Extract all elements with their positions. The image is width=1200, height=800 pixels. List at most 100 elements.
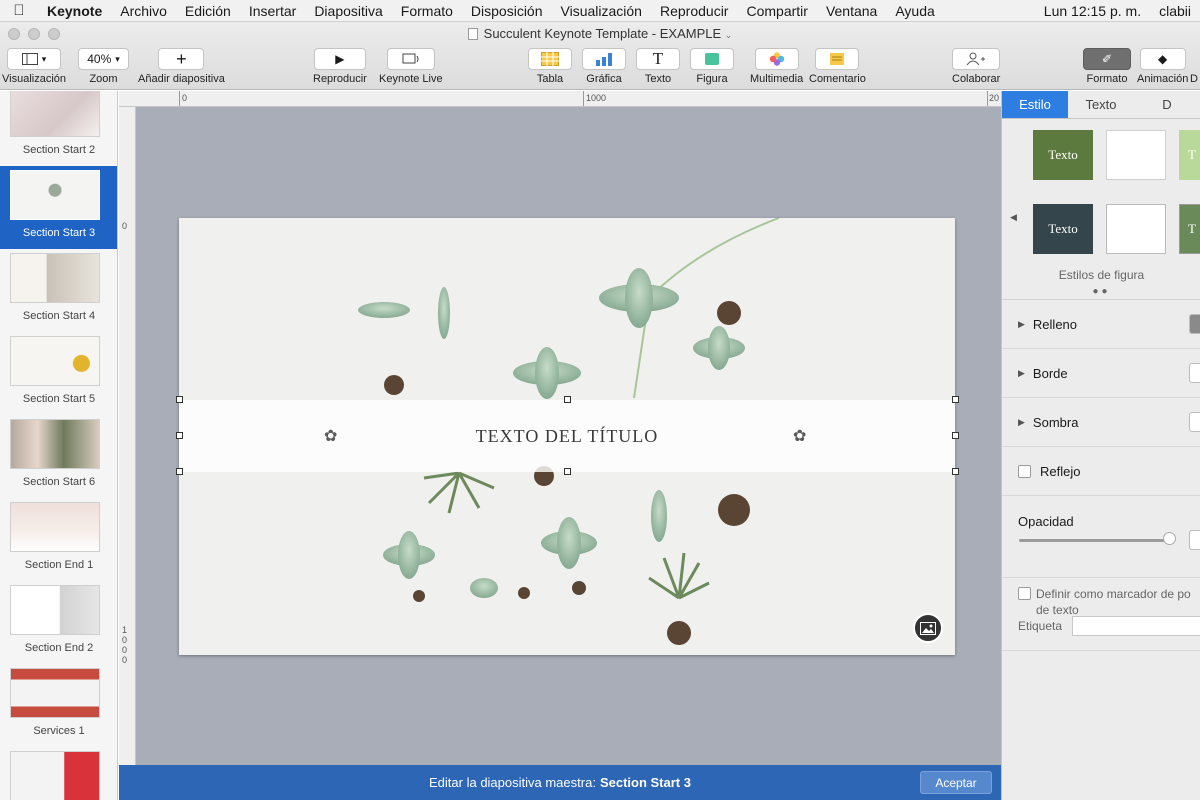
border-style-control[interactable] (1189, 363, 1200, 383)
resize-handle[interactable] (564, 396, 571, 403)
style-swatch[interactable]: T (1179, 130, 1200, 180)
fill-color-well[interactable] (1189, 314, 1200, 334)
opacity-slider[interactable] (1019, 539, 1171, 542)
style-swatch[interactable] (1106, 204, 1166, 254)
opacity-label: Opacidad (1018, 514, 1074, 529)
tag-input[interactable] (1072, 616, 1200, 636)
menu-formato[interactable]: Formato (392, 3, 462, 19)
menu-reproducir[interactable]: Reproducir (651, 3, 737, 19)
menu-archivo[interactable]: Archivo (111, 3, 176, 19)
slide-label: Section End 1 (24, 559, 94, 571)
slide-thumb-0[interactable]: Section Start 2 (0, 91, 117, 166)
resize-handle[interactable] (176, 432, 183, 439)
menu-insertar[interactable]: Insertar (240, 3, 305, 19)
placeholder-checkbox[interactable] (1018, 587, 1031, 600)
resize-handle[interactable] (176, 468, 183, 475)
resize-handle[interactable] (952, 468, 959, 475)
slide-thumb-6[interactable]: Section End 2 (0, 581, 117, 664)
slide-thumb-4[interactable]: Section Start 6 (0, 415, 117, 498)
chart-button[interactable] (582, 48, 626, 70)
ruler-mark: 1000 (586, 93, 607, 103)
text-button[interactable]: T (636, 48, 680, 70)
keynote-live-tool: Keynote Live (379, 48, 443, 85)
style-swatch[interactable]: Texto (1033, 130, 1093, 180)
style-swatch[interactable]: Texto (1033, 204, 1093, 254)
resize-handle[interactable] (564, 468, 571, 475)
table-icon (541, 52, 559, 66)
collaborate-button[interactable] (952, 48, 1001, 70)
toolbar: Succulent Keynote Template - EXAMPLE ⌄ ▾… (0, 22, 1200, 90)
tab-arrange[interactable]: D (1134, 91, 1200, 118)
page-dots[interactable]: ●● (1002, 286, 1200, 297)
photos-icon (769, 52, 784, 66)
menu-edicion[interactable]: Edición (176, 3, 240, 19)
style-swatch[interactable]: T (1179, 204, 1200, 254)
shape-button[interactable] (690, 48, 734, 70)
menu-diapositiva[interactable]: Diapositiva (305, 3, 391, 19)
shadow-section[interactable]: ▶ Sombra (1002, 398, 1200, 447)
slide-thumb-5[interactable]: Section End 1 (0, 498, 117, 581)
menu-ayuda[interactable]: Ayuda (886, 3, 943, 19)
slide-thumb-3[interactable]: Section Start 5 (0, 332, 117, 415)
resize-handle[interactable] (952, 396, 959, 403)
disclosure-triangle-icon: ▶ (1018, 318, 1025, 329)
disclosure-triangle-icon: ▶ (1018, 416, 1025, 427)
paintbrush-icon: ✐ (1101, 52, 1113, 66)
border-section[interactable]: ▶ Borde (1002, 349, 1200, 398)
play-button[interactable]: ▶ (313, 48, 366, 70)
shape-icon (705, 53, 719, 65)
image-placeholder-icon[interactable] (913, 613, 943, 643)
slide-title[interactable]: TEXTO DEL TÍTULO (476, 426, 659, 447)
thumbnail (10, 585, 100, 635)
tab-style[interactable]: Estilo (1002, 91, 1068, 118)
chevron-left-icon[interactable]: ◀ (1010, 212, 1017, 223)
media-button[interactable] (754, 48, 799, 70)
view-button[interactable]: ▾ (7, 48, 61, 70)
reflection-checkbox[interactable] (1018, 464, 1031, 478)
slide-thumb-1[interactable]: Section Start 3 (0, 166, 117, 249)
tab-text[interactable]: Texto (1068, 91, 1134, 118)
chevron-down-icon[interactable]: ⌄ (725, 30, 733, 40)
shadow-control[interactable] (1189, 412, 1200, 432)
flower-ornament-icon: ✿ (793, 428, 807, 445)
window-title-text: Succulent Keynote Template - EXAMPLE (483, 26, 722, 41)
menu-ventana[interactable]: Ventana (817, 3, 886, 19)
fill-label: Relleno (1032, 316, 1078, 332)
slide[interactable]: ✿ TEXTO DEL TÍTULO ✿ (179, 218, 955, 655)
slide-thumb-7[interactable]: Services 1 (0, 664, 117, 747)
zoom-select[interactable]: 40% ▾ (78, 48, 129, 70)
resize-handle[interactable] (176, 396, 183, 403)
ruler-mark: 20 (989, 93, 1000, 103)
menu-app[interactable]: Keynote (38, 3, 111, 19)
comment-tool: Comentario (809, 48, 866, 85)
view-label: Visualización (2, 73, 67, 85)
accept-button[interactable]: Aceptar (920, 771, 992, 794)
animate-button[interactable]: ◆ (1139, 48, 1186, 70)
opacity-field[interactable] (1189, 530, 1200, 550)
apple-icon[interactable]:  (0, 2, 38, 19)
comment-button[interactable] (815, 48, 860, 70)
style-swatch[interactable] (1106, 130, 1166, 180)
resize-handle[interactable] (952, 432, 959, 439)
menu-clock[interactable]: Lun 12:15 p. m. (1035, 3, 1150, 19)
thumbnail (10, 502, 100, 552)
menu-compartir[interactable]: Compartir (737, 3, 816, 19)
title-placeholder[interactable]: ✿ TEXTO DEL TÍTULO ✿ (179, 400, 955, 472)
thumbnail (10, 253, 100, 303)
fill-section[interactable]: ▶ Relleno (1002, 300, 1200, 349)
menu-disposicion[interactable]: Disposición (462, 3, 552, 19)
table-button[interactable] (528, 48, 572, 70)
format-button[interactable]: ✐ (1083, 48, 1131, 70)
reflection-label: Reflejo (1040, 463, 1081, 479)
add-slide-button[interactable]: + (158, 48, 205, 70)
keynote-live-button[interactable] (386, 48, 435, 70)
reflection-section: Reflejo (1002, 447, 1200, 496)
menu-visualizacion[interactable]: Visualización (552, 3, 651, 19)
menu-user[interactable]: clabii (1150, 3, 1200, 19)
document-label[interactable]: D (1190, 73, 1198, 85)
slide-thumb-2[interactable]: Section Start 4 (0, 249, 117, 332)
thumbnail (10, 419, 100, 469)
slide-thumb-8[interactable] (0, 747, 117, 800)
opacity-slider-knob[interactable] (1163, 532, 1176, 545)
broadcast-icon (402, 53, 419, 64)
